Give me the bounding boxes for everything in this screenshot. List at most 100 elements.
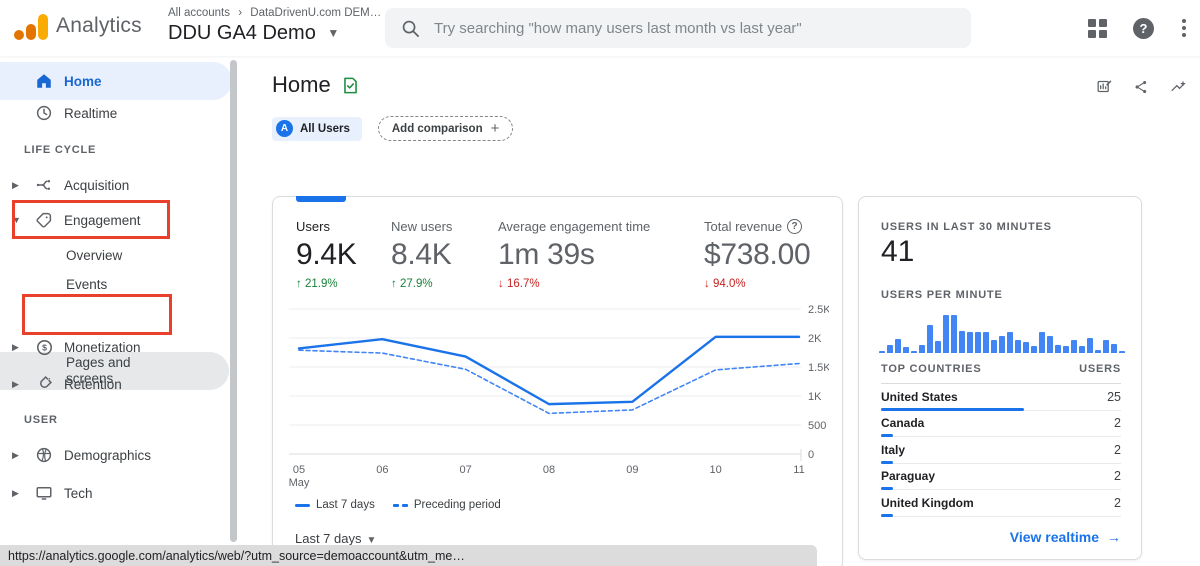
all-users-chip[interactable]: A All Users	[272, 116, 362, 141]
demographics-globe-icon	[34, 445, 54, 465]
chevron-right-icon: ▶	[12, 341, 19, 352]
users-per-minute-bar-chart[interactable]	[879, 309, 1129, 353]
minute-bar	[1031, 346, 1037, 353]
minute-bar	[983, 332, 989, 353]
users-30min-label: USERS IN LAST 30 MINUTES	[881, 221, 1052, 233]
view-realtime-link[interactable]: View realtime →	[1010, 529, 1121, 545]
breadcrumb-separator-icon: ›	[238, 7, 243, 19]
svg-text:May: May	[289, 477, 310, 489]
minute-bar	[1047, 336, 1053, 353]
search-icon	[402, 20, 419, 37]
minute-bar	[943, 315, 949, 353]
date-range-selector[interactable]: Last 7 days ▼	[295, 531, 376, 546]
legend-preceding-period: Preceding period	[392, 499, 501, 511]
arrow-down-icon: ↓	[704, 278, 710, 290]
minute-bar	[1079, 346, 1085, 353]
table-row[interactable]: United Kingdom 2	[881, 490, 1121, 517]
realtime-card: USERS IN LAST 30 MINUTES 41 USERS PER MI…	[858, 196, 1142, 560]
plus-icon: +	[490, 120, 500, 137]
topbar-actions: ?	[1088, 0, 1188, 56]
metric-users[interactable]: Users 9.4K ↑ 21.9%	[296, 219, 357, 290]
analytics-logo-icon[interactable]	[14, 14, 48, 42]
customize-report-icon[interactable]	[1096, 76, 1113, 97]
sidebar-item-monetization[interactable]: ▶ $ Monetization	[0, 328, 232, 366]
minute-bar	[1095, 350, 1101, 353]
sidebar-item-demographics[interactable]: ▶ Demographics	[0, 436, 232, 474]
sidebar-item-tech[interactable]: ▶ Tech	[0, 474, 232, 512]
help-icon[interactable]: ?	[1133, 17, 1154, 39]
arrow-up-icon: ↑	[391, 278, 397, 290]
sidebar-item-events[interactable]: Events	[0, 271, 232, 297]
arrow-down-icon: ↓	[498, 278, 504, 290]
section-life-cycle: LIFE CYCLE	[24, 144, 97, 156]
minute-bar	[967, 332, 973, 353]
minute-bar	[999, 336, 1005, 353]
minute-bar	[1087, 338, 1093, 353]
minute-bar	[935, 341, 941, 353]
users-column-header: USERS	[1079, 363, 1121, 375]
svg-text:2K: 2K	[808, 333, 822, 345]
search-input[interactable]	[434, 19, 954, 37]
countries-column-header: TOP COUNTRIES	[881, 363, 982, 375]
apps-grid-icon[interactable]	[1088, 18, 1107, 38]
browser-status-bar: https://analytics.google.com/analytics/w…	[0, 545, 817, 566]
minute-bar	[951, 315, 957, 353]
minute-bar	[927, 325, 933, 353]
engagement-tag-icon	[34, 210, 54, 230]
table-row[interactable]: Paraguay 2	[881, 464, 1121, 490]
overview-metrics-card: Users 9.4K ↑ 21.9% New users 8.4K ↑ 27.9…	[272, 196, 843, 566]
svg-text:05: 05	[293, 464, 305, 476]
minute-bar	[887, 345, 893, 353]
page-title: Home	[272, 72, 331, 97]
section-user: USER	[24, 414, 58, 426]
svg-text:2.5K: 2.5K	[808, 304, 829, 316]
minute-bar	[911, 351, 917, 353]
minute-bar	[975, 332, 981, 353]
svg-text:$: $	[42, 342, 47, 352]
metric-new-users[interactable]: New users 8.4K ↑ 27.9%	[391, 219, 452, 290]
left-nav-sidebar: Home Realtime LIFE CYCLE ▶ Acquisition ▼	[0, 56, 240, 566]
table-row[interactable]: United States 25	[881, 384, 1121, 411]
solid-line-swatch	[295, 503, 310, 507]
table-row[interactable]: Italy 2	[881, 437, 1121, 464]
data-quality-check-icon[interactable]	[341, 76, 360, 95]
top-countries-table: TOP COUNTRIES USERS United States 25 Can…	[881, 363, 1121, 517]
breadcrumb-property[interactable]: DataDrivenU.com DEM…	[250, 7, 381, 19]
sidebar-item-overview[interactable]: Overview	[0, 242, 232, 268]
add-comparison-chip[interactable]: Add comparison +	[377, 116, 514, 141]
minute-bar	[991, 340, 997, 353]
sidebar-item-engagement[interactable]: ▼ Engagement	[0, 201, 232, 239]
top-app-bar: Analytics All accounts › DataDrivenU.com…	[0, 0, 1200, 56]
sidebar-scrollbar[interactable]	[230, 60, 237, 542]
users-trend-line-chart[interactable]: 0 500 1K 1.5K 2K 2.5K 05 06 07 08 09 10 11 May	[289, 301, 829, 489]
chevron-down-icon: ▼	[12, 215, 21, 225]
metric-total-revenue[interactable]: Total revenue ? $738.00 ↓ 94.0%	[704, 219, 811, 290]
breadcrumb-account[interactable]: All accounts	[168, 7, 230, 19]
metric-avg-engagement-time[interactable]: Average engagement time 1m 39s ↓ 16.7%	[498, 219, 650, 290]
insights-icon[interactable]	[1170, 77, 1186, 97]
monetization-dollar-icon: $	[34, 337, 54, 357]
breadcrumb[interactable]: All accounts › DataDrivenU.com DEM…	[168, 7, 381, 19]
minute-bar	[1039, 332, 1045, 353]
help-tooltip-icon[interactable]: ?	[787, 219, 803, 234]
minute-bar	[1015, 340, 1021, 353]
more-options-icon[interactable]	[1180, 17, 1188, 39]
arrow-up-icon: ↑	[296, 278, 302, 290]
table-row[interactable]: Canada 2	[881, 411, 1121, 437]
search-bar[interactable]	[385, 8, 971, 48]
retention-magnet-icon	[34, 374, 54, 394]
minute-bar	[1055, 345, 1061, 353]
chevron-right-icon: ▶	[12, 487, 19, 498]
arrow-right-icon: →	[1107, 529, 1121, 545]
share-icon[interactable]	[1133, 77, 1149, 97]
minute-bar	[1063, 346, 1069, 353]
property-selector[interactable]: DDU GA4 Demo ▼	[168, 22, 339, 45]
minute-bar	[1023, 342, 1029, 353]
country-bar	[881, 513, 893, 517]
minute-bar	[1119, 351, 1125, 353]
sidebar-item-acquisition[interactable]: ▶ Acquisition	[0, 166, 232, 204]
sidebar-item-realtime[interactable]: Realtime	[0, 94, 232, 132]
chevron-down-icon: ▼	[327, 26, 340, 40]
sidebar-item-retention[interactable]: ▶ Retention	[0, 365, 232, 403]
svg-text:10: 10	[710, 464, 722, 476]
